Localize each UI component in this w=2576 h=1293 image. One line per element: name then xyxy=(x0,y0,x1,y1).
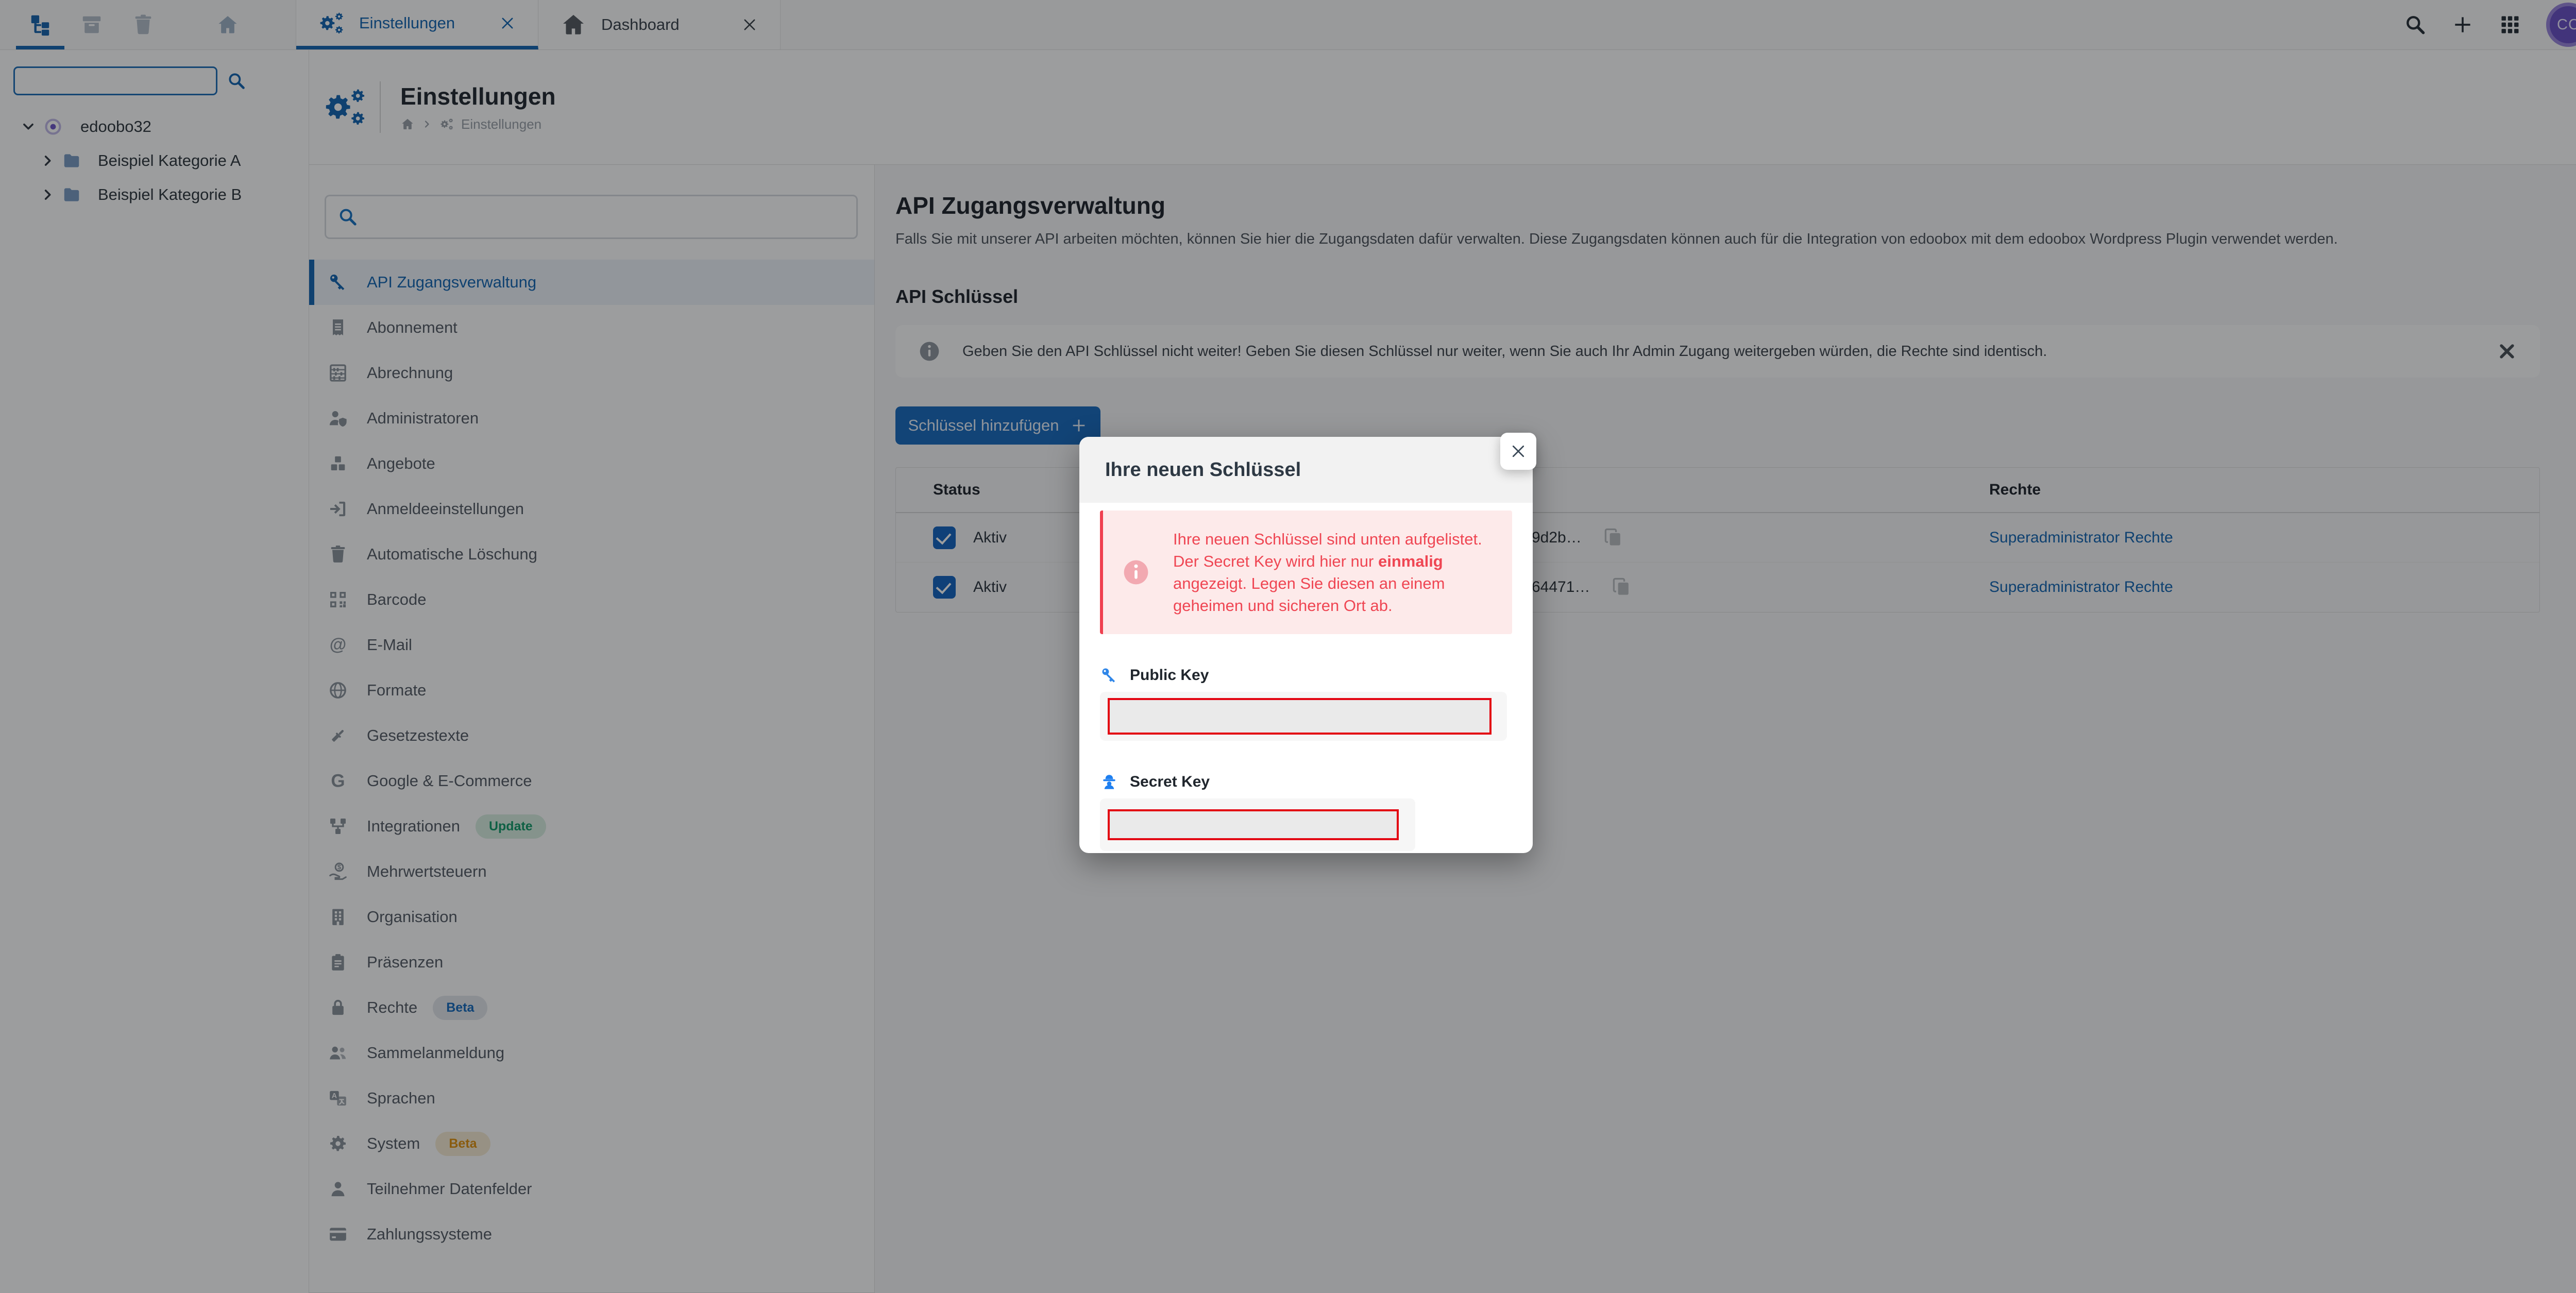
secret-key-field[interactable] xyxy=(1100,798,1415,851)
secret-key-redacted-value xyxy=(1108,809,1399,840)
user-secret-icon xyxy=(1100,773,1118,791)
public-key-field[interactable] xyxy=(1100,692,1507,741)
public-key-label: Public Key xyxy=(1130,667,1209,684)
modal-close-button[interactable] xyxy=(1500,433,1536,470)
new-keys-modal: Ihre neuen Schlüssel Ihre neuen Schlüsse… xyxy=(1079,437,1533,853)
info-icon xyxy=(1122,558,1150,587)
public-key-redacted-value xyxy=(1108,698,1492,735)
secret-key-label-row: Secret Key xyxy=(1100,773,1512,791)
close-icon xyxy=(1509,442,1528,461)
modal-header: Ihre neuen Schlüssel xyxy=(1079,437,1533,503)
key-icon xyxy=(1100,666,1118,685)
modal-title: Ihre neuen Schlüssel xyxy=(1105,459,1301,481)
modal-alert-text: Ihre neuen Schlüssel sind unten aufgelis… xyxy=(1173,528,1494,617)
modal-danger-alert: Ihre neuen Schlüssel sind unten aufgelis… xyxy=(1100,511,1512,634)
public-key-label-row: Public Key xyxy=(1100,666,1512,685)
secret-key-label: Secret Key xyxy=(1130,773,1210,791)
